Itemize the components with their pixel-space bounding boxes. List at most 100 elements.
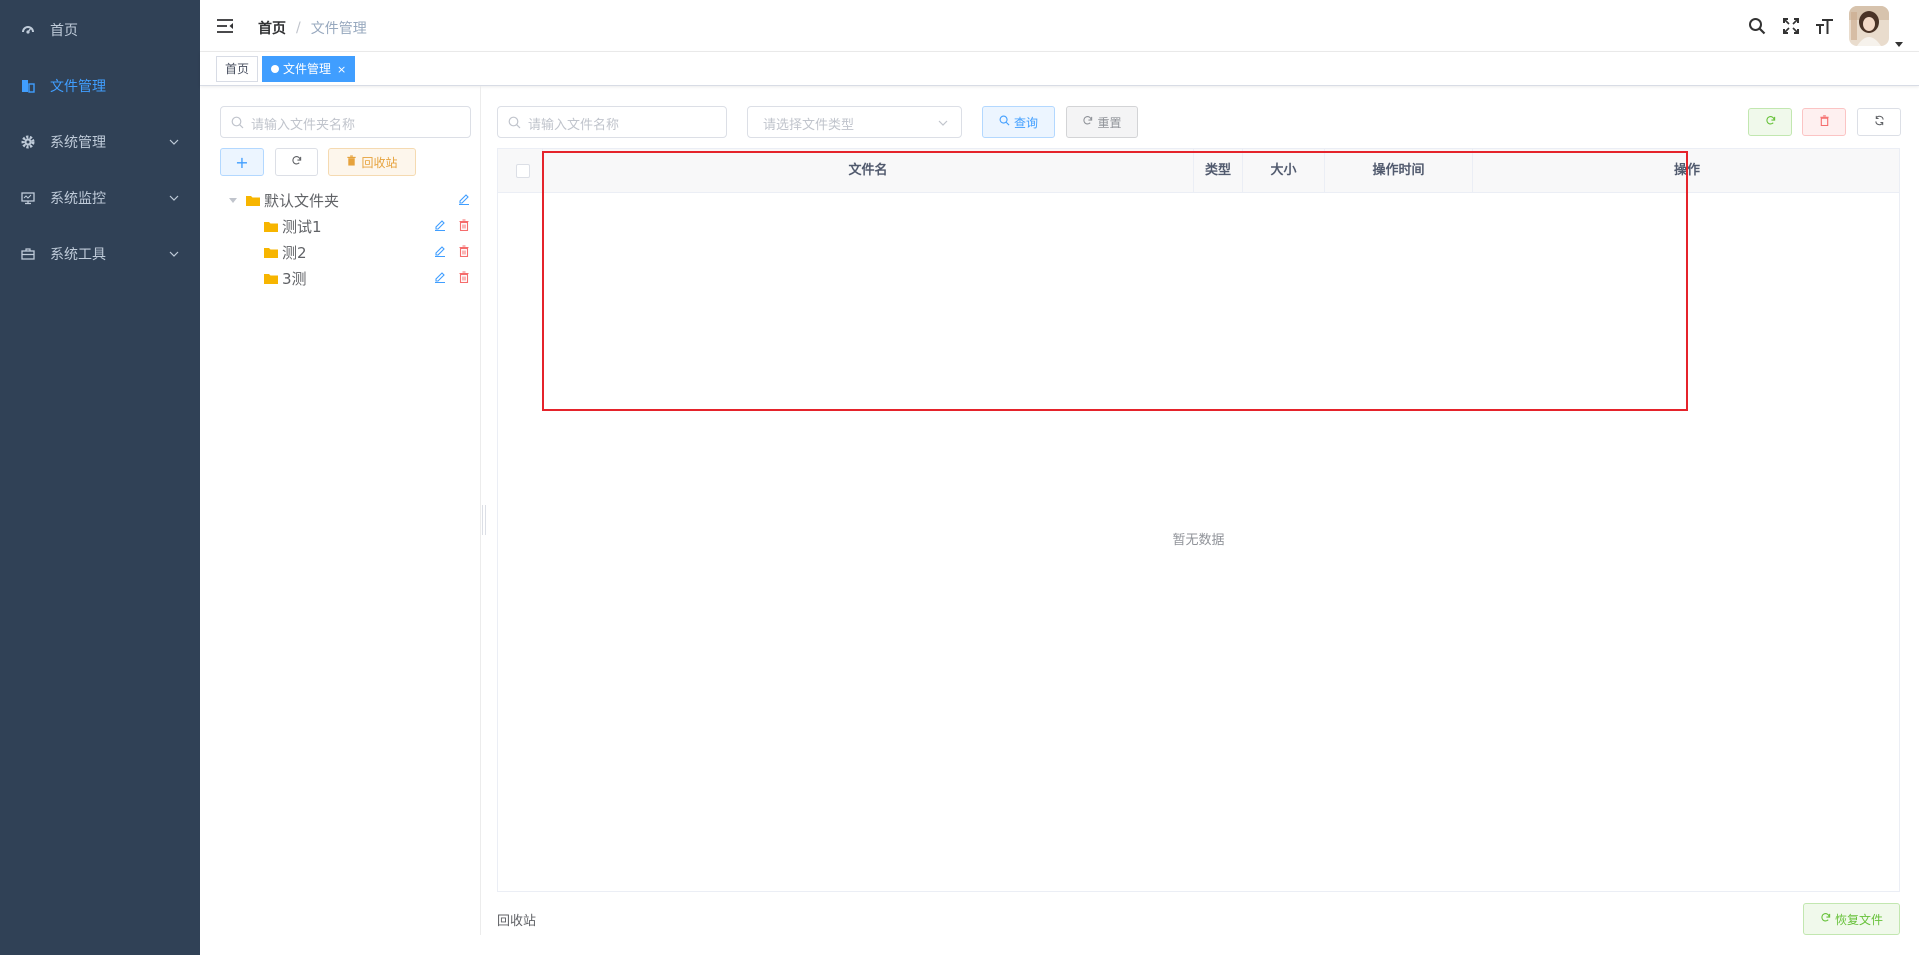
gear-icon	[20, 134, 36, 150]
edit-icon[interactable]	[434, 219, 446, 231]
restore-file-button[interactable]: 恢复文件	[1803, 903, 1900, 935]
folder-icon	[264, 273, 278, 284]
table-header-selection	[498, 149, 543, 193]
folder-icon	[246, 195, 260, 206]
tree-node-test3[interactable]: 3测	[264, 265, 307, 291]
folder-search-input[interactable]: 请输入文件夹名称	[220, 106, 471, 138]
trash-icon	[346, 155, 357, 169]
reset-button[interactable]: 重置	[1066, 106, 1138, 138]
sidebar-item-label: 首页	[50, 23, 78, 39]
tree-node-default[interactable]: 默认文件夹	[228, 187, 339, 213]
tree-node-test2[interactable]: 测2	[264, 239, 307, 265]
monitor-icon	[20, 190, 36, 206]
file-search-placeholder: 请输入文件名称	[528, 118, 620, 133]
fullscreen-icon[interactable]	[1781, 16, 1801, 36]
restore-icon	[1820, 912, 1831, 926]
tree-node-test1[interactable]: 测试1	[264, 213, 322, 239]
refresh-icon	[1082, 115, 1093, 129]
sync-button[interactable]	[1857, 108, 1901, 136]
breadcrumb: 首页 / 文件管理	[258, 18, 367, 38]
active-dot-icon	[271, 64, 279, 73]
sidebar: 首页 文件管理 系统管理 系统监控 系统工具	[0, 0, 200, 955]
caret-down-icon[interactable]	[228, 191, 240, 209]
sidebar-item-label: 系统工具	[50, 247, 106, 263]
table-header-filename[interactable]: 文件名	[543, 149, 1194, 193]
delete-icon[interactable]	[458, 271, 470, 284]
add-folder-button[interactable]: +	[220, 148, 264, 176]
file-type-placeholder: 请选择文件类型	[763, 118, 855, 133]
tree-node-label: 默认文件夹	[264, 191, 340, 210]
dashboard-icon	[20, 22, 36, 38]
search-icon	[231, 116, 244, 129]
delete-icon[interactable]	[458, 245, 470, 258]
refresh-icon	[1765, 115, 1776, 129]
font-size-icon[interactable]	[1815, 16, 1835, 36]
close-icon[interactable]: ×	[337, 63, 346, 76]
sidebar-item-label: 系统监控	[50, 191, 106, 207]
chevron-down-icon	[168, 136, 180, 148]
chevron-down-icon	[168, 248, 180, 260]
tag-label: 首页	[225, 62, 250, 76]
folder-icon	[264, 247, 278, 258]
query-button[interactable]: 查询	[982, 106, 1055, 138]
folder-search-placeholder: 请输入文件夹名称	[251, 118, 356, 133]
right-menu	[1747, 6, 1903, 47]
chevron-down-icon	[937, 117, 949, 133]
recycle-bin-title: 回收站	[497, 914, 537, 929]
caret-down-icon[interactable]	[1895, 36, 1903, 47]
sidebar-item-system-tools[interactable]: 系统工具	[0, 226, 200, 282]
pane-splitter	[480, 86, 481, 935]
file-search-input[interactable]: 请输入文件名称	[497, 106, 727, 138]
edit-icon[interactable]	[434, 245, 446, 257]
table-header-type[interactable]: 类型	[1194, 149, 1243, 193]
breadcrumb-separator: /	[296, 20, 301, 36]
restore-file-label: 恢复文件	[1834, 912, 1883, 927]
file-type-select[interactable]: 请选择文件类型	[747, 106, 962, 138]
tag-label: 文件管理	[283, 62, 332, 76]
edit-icon[interactable]	[434, 271, 446, 283]
add-folder-label: +	[235, 152, 249, 172]
table-header-time[interactable]: 操作时间	[1325, 149, 1473, 193]
file-table: 文件名 类型 大小 操作时间 操作 暂无数据	[497, 148, 1900, 892]
splitter-handle[interactable]	[482, 505, 486, 535]
tree-node-label: 测试1	[282, 217, 322, 236]
chevron-down-icon	[168, 192, 180, 204]
tree-node-label: 测2	[282, 243, 307, 262]
refresh-icon	[291, 155, 302, 169]
refresh-tree-button[interactable]	[275, 148, 318, 176]
search-icon	[508, 116, 521, 129]
tag-home[interactable]: 首页	[216, 56, 259, 82]
tags-view: 首页 文件管理 ×	[200, 52, 1919, 86]
sidebar-item-home[interactable]: 首页	[0, 2, 200, 58]
sidebar-item-label: 文件管理	[50, 79, 106, 95]
delete-files-button[interactable]	[1802, 108, 1846, 136]
sidebar-item-file-management[interactable]: 文件管理	[0, 58, 200, 114]
file-icon	[20, 78, 36, 94]
menu-fold-icon[interactable]	[216, 17, 234, 35]
tag-file-management[interactable]: 文件管理 ×	[262, 56, 356, 82]
refresh-files-button[interactable]	[1748, 108, 1792, 136]
trash-icon	[1819, 115, 1830, 129]
sidebar-item-system-management[interactable]: 系统管理	[0, 114, 200, 170]
sidebar-item-system-monitor[interactable]: 系统监控	[0, 170, 200, 226]
recycle-bin-button[interactable]: 回收站	[328, 148, 416, 176]
breadcrumb-home[interactable]: 首页	[258, 18, 286, 38]
table-header: 文件名 类型 大小 操作时间 操作	[498, 149, 1899, 193]
folder-icon	[264, 221, 278, 232]
sidebar-item-label: 系统管理	[50, 135, 106, 151]
delete-icon[interactable]	[458, 219, 470, 232]
breadcrumb-current: 文件管理	[310, 21, 367, 37]
toolbox-icon	[20, 246, 36, 262]
edit-icon[interactable]	[458, 193, 470, 205]
navbar: 首页 / 文件管理	[200, 0, 1919, 52]
table-header-size[interactable]: 大小	[1243, 149, 1325, 193]
reset-label: 重置	[1097, 115, 1122, 130]
empty-text: 暂无数据	[1172, 533, 1225, 548]
search-icon	[999, 115, 1010, 129]
tree-node-label: 3测	[282, 269, 307, 288]
query-label: 查询	[1013, 115, 1038, 130]
recycle-bin-label: 回收站	[361, 155, 398, 170]
sync-icon	[1874, 115, 1885, 129]
avatar[interactable]	[1849, 6, 1889, 46]
search-icon[interactable]	[1747, 16, 1767, 36]
